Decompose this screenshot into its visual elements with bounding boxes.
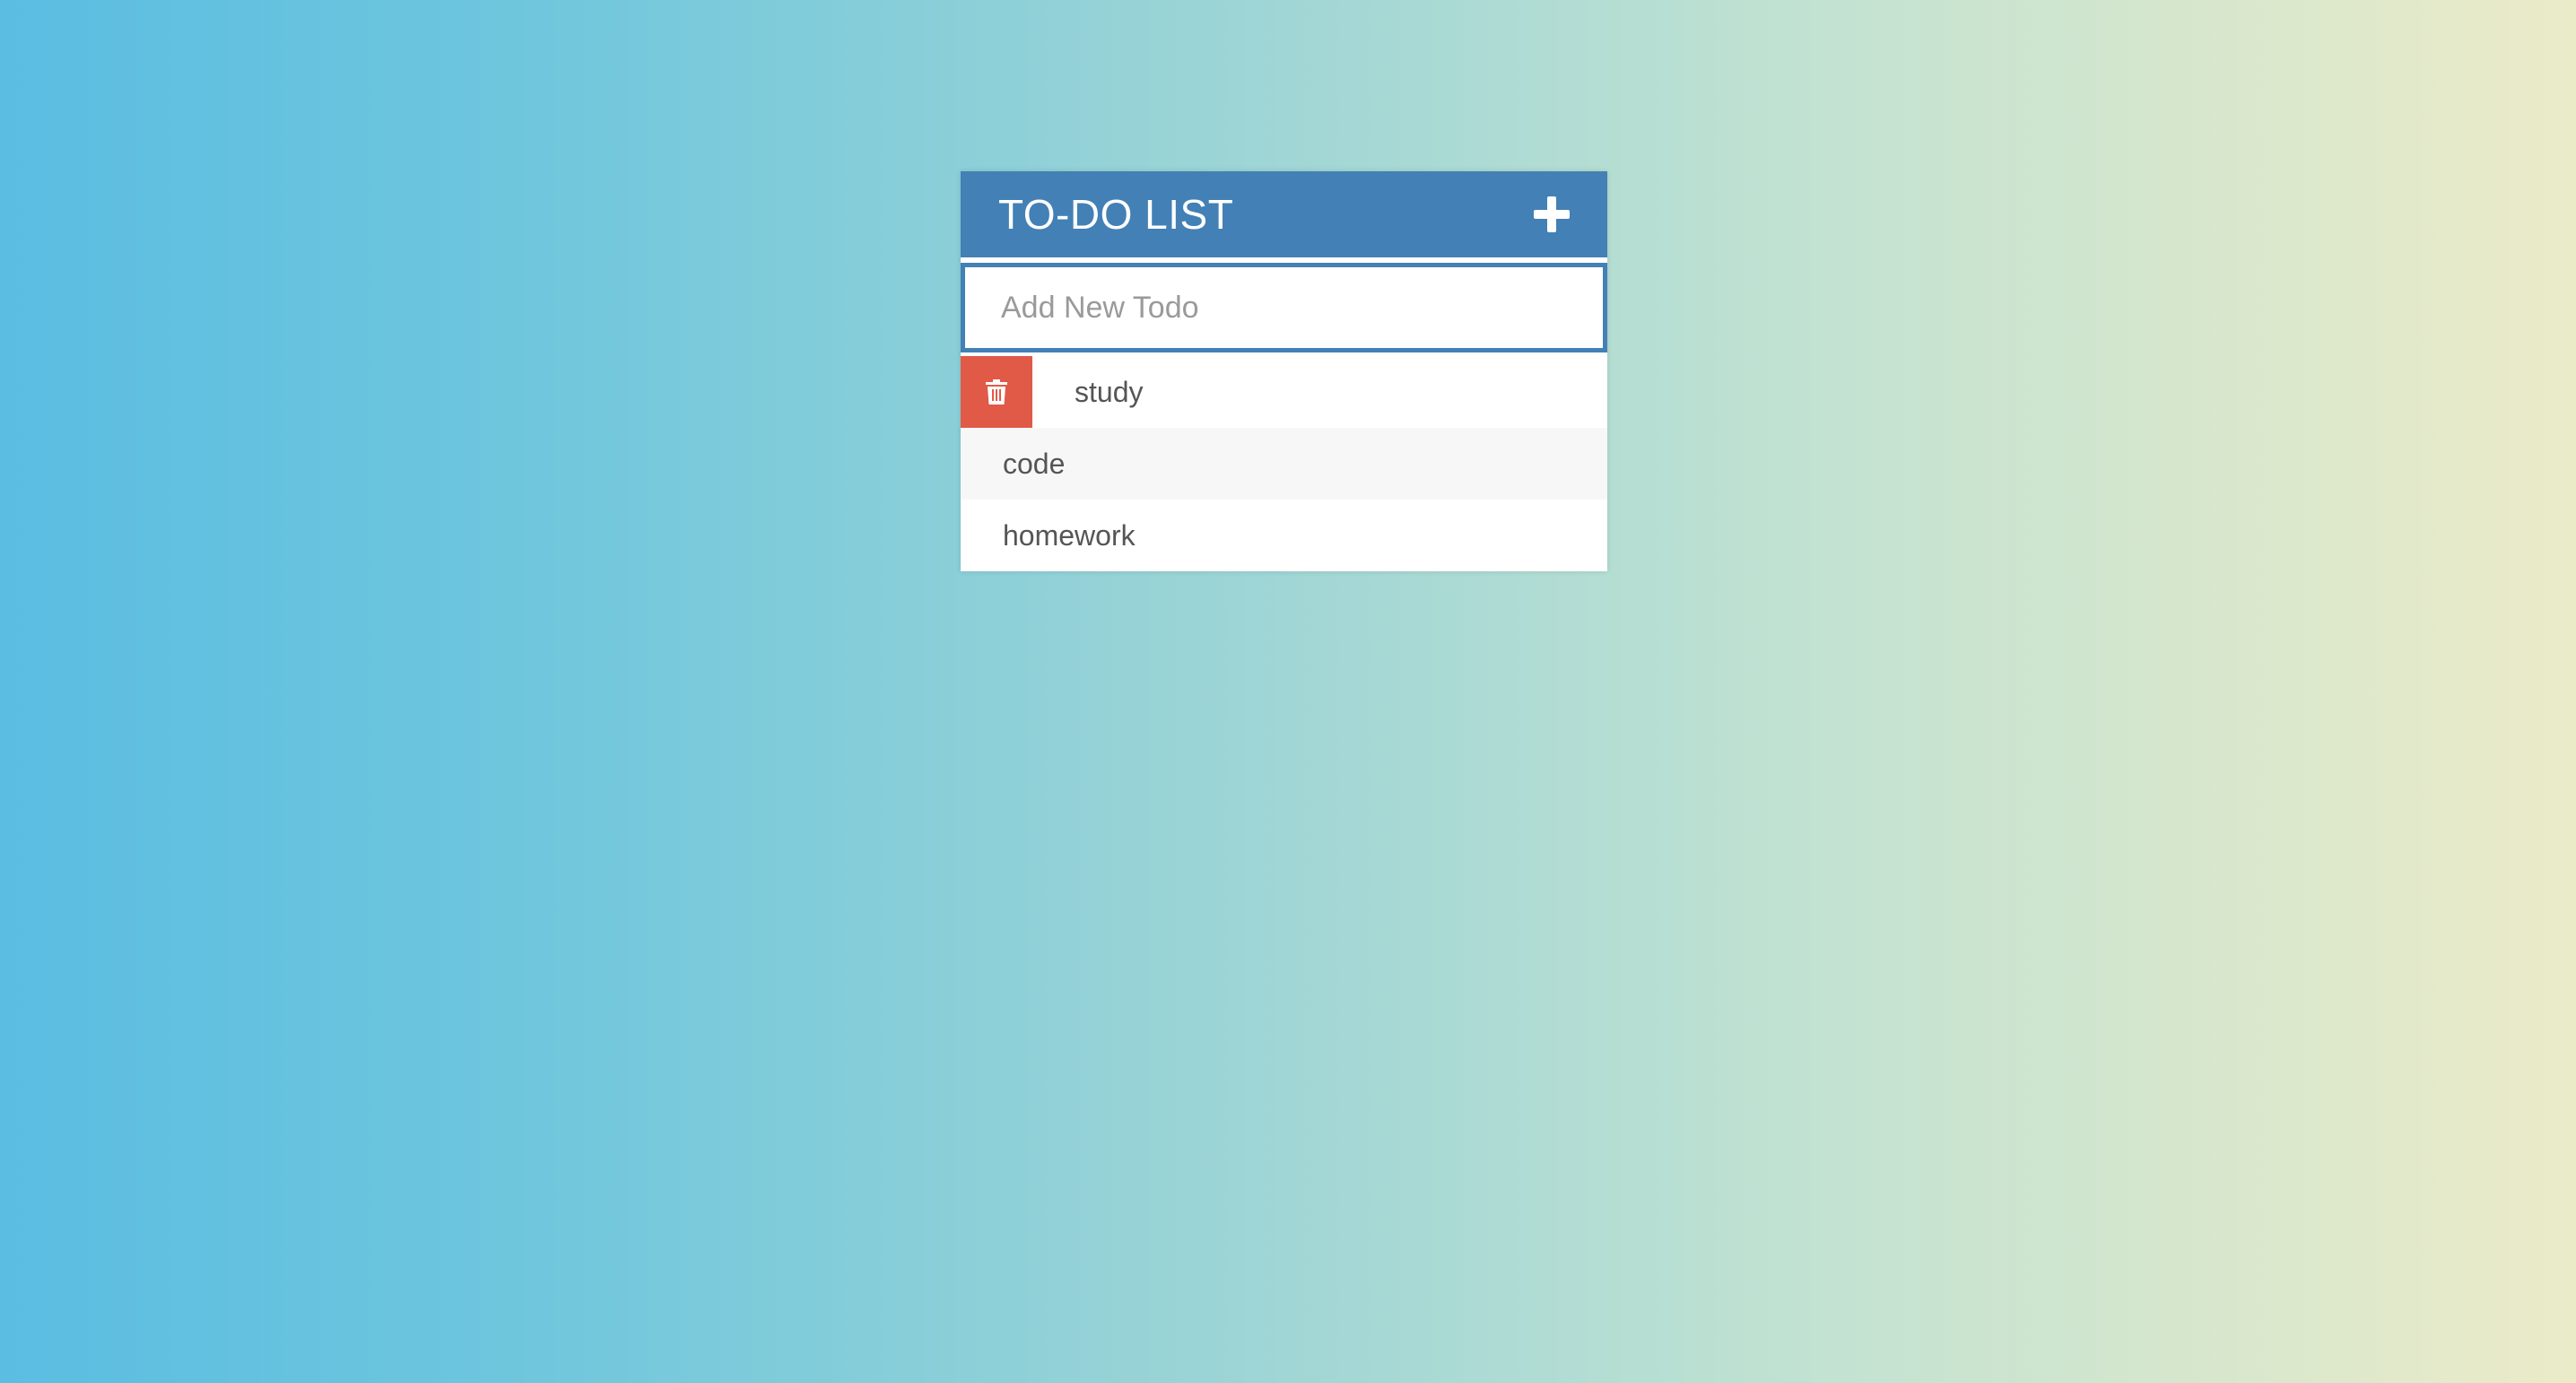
plus-icon[interactable] — [1532, 195, 1571, 234]
todo-item[interactable]: code — [961, 428, 1607, 500]
todo-header: TO-DO LIST — [961, 171, 1607, 257]
todo-container: TO-DO LIST study code — [961, 171, 1607, 571]
todo-text: code — [1003, 447, 1066, 480]
app-title: TO-DO LIST — [998, 191, 1234, 238]
input-wrapper — [961, 257, 1607, 352]
trash-icon — [986, 379, 1007, 404]
todo-text: study — [1075, 375, 1144, 408]
todo-item[interactable]: study — [961, 356, 1607, 428]
todo-text: homework — [1003, 518, 1136, 552]
todo-item[interactable]: homework — [961, 500, 1607, 571]
add-todo-input[interactable] — [961, 263, 1607, 352]
todo-list: study code homework — [961, 356, 1607, 571]
delete-button[interactable] — [961, 356, 1032, 428]
